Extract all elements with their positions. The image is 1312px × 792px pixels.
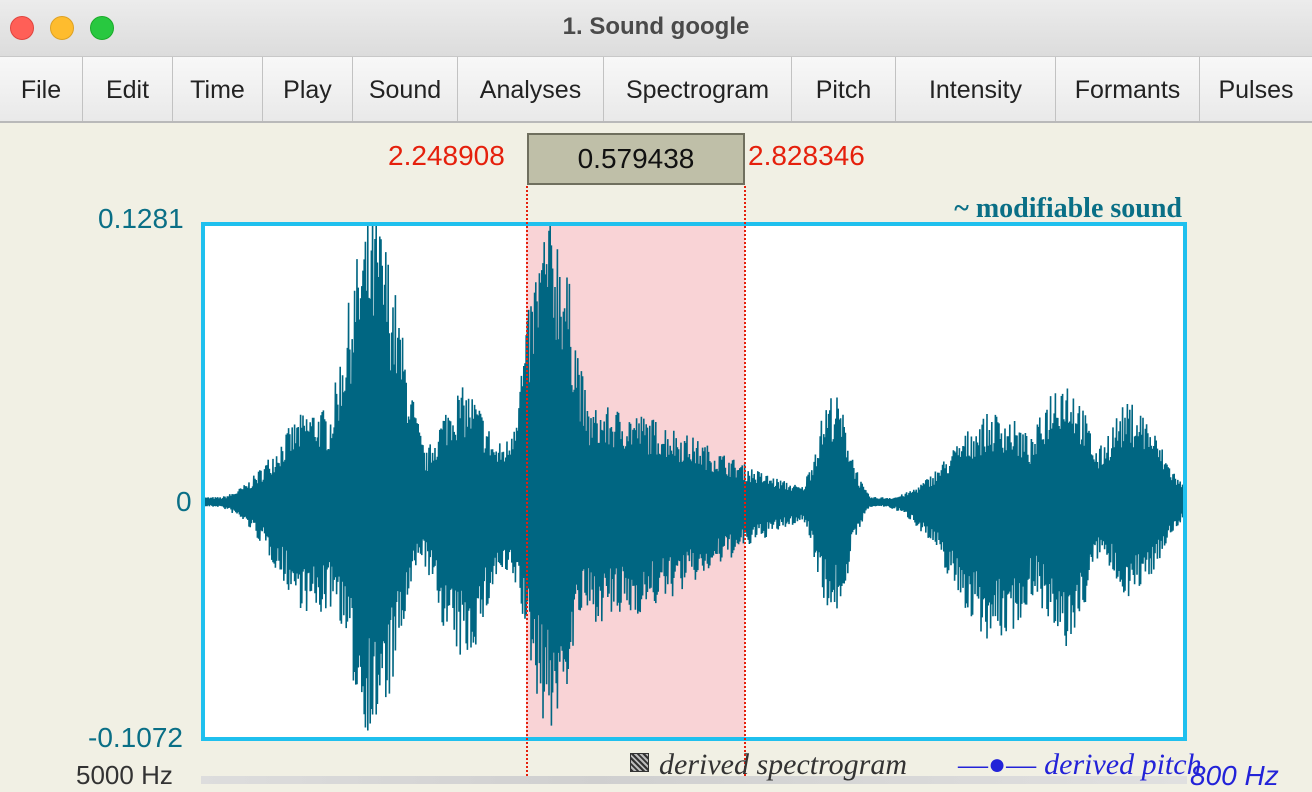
selection-duration-button[interactable]: 0.579438	[527, 133, 745, 185]
pitch-max-label: 800 Hz	[1190, 760, 1279, 791]
menu-sound[interactable]: Sound	[353, 57, 458, 121]
pitch-line-icon: —●—	[958, 748, 1037, 781]
menu-intensity[interactable]: Intensity	[896, 57, 1056, 121]
menu-spectrogram[interactable]: Spectrogram	[604, 57, 792, 121]
window-title: 1. Sound google	[562, 13, 750, 40]
spectrogram-legend: derived spectrogram	[630, 748, 907, 782]
menu-play[interactable]: Play	[263, 57, 353, 121]
waveform-plot[interactable]	[201, 222, 1187, 741]
menu-pulses[interactable]: Pulses	[1200, 57, 1312, 121]
menu-pitch[interactable]: Pitch	[792, 57, 896, 121]
waveform-trace	[201, 222, 1187, 731]
y-axis-max-label: 0.1281	[98, 203, 184, 234]
y-axis-min-label: -0.1072	[88, 722, 183, 753]
title-bar: 1. Sound google	[0, 0, 1312, 57]
frequency-max-label: 5000 Hz	[76, 760, 173, 790]
menu-analyses[interactable]: Analyses	[458, 57, 604, 121]
menu-bar: File Edit Time Play Sound Analyses Spect…	[0, 57, 1312, 123]
menu-file[interactable]: File	[0, 57, 83, 121]
y-axis-zero-label: 0	[176, 486, 192, 517]
spectrogram-icon	[630, 753, 649, 772]
menu-edit[interactable]: Edit	[83, 57, 173, 121]
waveform-path	[201, 222, 1187, 731]
selection-end-marker[interactable]	[744, 186, 746, 784]
menu-time[interactable]: Time	[173, 57, 263, 121]
modifiable-sound-label: ~ modifiable sound	[954, 193, 1182, 224]
menu-formants[interactable]: Formants	[1056, 57, 1200, 121]
pitch-legend-text: derived pitch	[1044, 748, 1202, 781]
selection-end-time: 2.828346	[748, 140, 865, 171]
selection-start-marker[interactable]	[526, 186, 528, 784]
selection-start-time: 2.248908	[388, 140, 505, 171]
spectrogram-legend-text: derived spectrogram	[659, 748, 907, 781]
pitch-legend: —●— derived pitch	[958, 748, 1202, 782]
